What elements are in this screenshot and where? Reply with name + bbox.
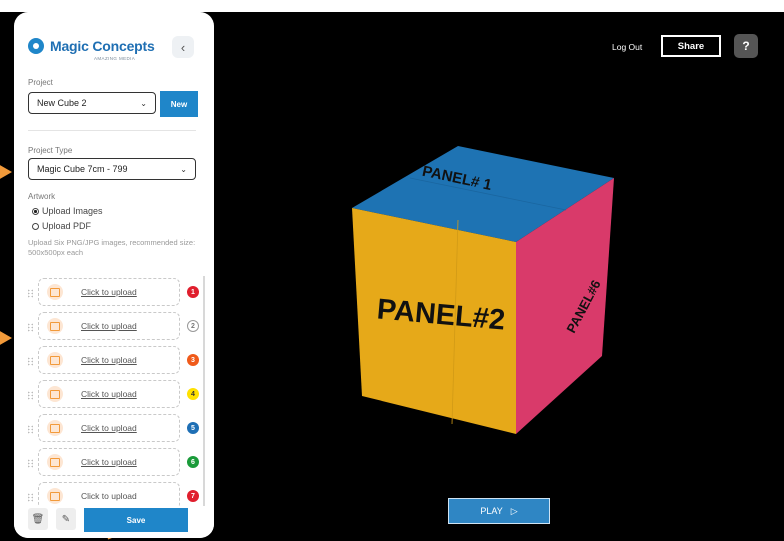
play-label: PLAY (480, 506, 503, 516)
play-icon: ▷ (510, 505, 518, 516)
panel-number-badge: 3 (187, 354, 199, 366)
delete-button[interactable]: 🗑 (28, 508, 48, 530)
sidebar: Magic Concepts AMAZING MEDIA ‹ Project N… (14, 12, 214, 538)
image-upload-icon (47, 420, 63, 436)
upload-link[interactable]: Click to upload (81, 287, 137, 297)
radio-label: Upload PDF (42, 221, 92, 231)
sidebar-footer: 🗑 ✎ Save (14, 506, 214, 538)
drag-handle-icon[interactable] (27, 323, 34, 332)
project-label: Project (28, 78, 53, 87)
help-button[interactable]: ? (734, 34, 758, 58)
share-button[interactable]: Share (661, 35, 721, 57)
edit-icon: ✎ (61, 513, 71, 525)
project-type-value: Magic Cube 7cm - 799 (37, 164, 128, 174)
drag-handle-icon[interactable] (27, 493, 34, 502)
upload-dropzone[interactable]: Click to upload (38, 346, 180, 374)
collapse-sidebar-button[interactable]: ‹ (172, 36, 194, 58)
upload-dropzone[interactable]: Click to upload (38, 380, 180, 408)
upload-dropzone[interactable]: Click to upload (38, 448, 180, 476)
upload-link[interactable]: Click to upload (81, 321, 137, 331)
drag-handle-icon[interactable] (27, 459, 34, 468)
pointer-arrow-icon (0, 330, 12, 346)
image-upload-icon (47, 318, 63, 334)
brand-name: Magic Concepts (50, 38, 155, 54)
new-project-button[interactable]: New (160, 91, 198, 117)
upload-link[interactable]: Click to upload (81, 457, 137, 467)
radio-upload-images[interactable]: Upload Images (32, 206, 103, 216)
image-upload-icon (47, 386, 63, 402)
upload-link[interactable]: Click to upload (81, 423, 137, 433)
radio-unselected-icon (32, 222, 39, 230)
radio-label: Upload Images (42, 206, 103, 216)
panel-number-badge: 4 (187, 388, 199, 400)
edit-button[interactable]: ✎ (56, 508, 76, 530)
upload-row: Click to upload 1 (14, 278, 214, 308)
chevron-down-icon: ⌄ (180, 164, 187, 174)
project-select-value: New Cube 2 (37, 98, 87, 108)
panel-number-badge: 2 (187, 320, 199, 332)
upload-link[interactable]: Click to upload (81, 389, 137, 399)
panel-number-badge: 7 (187, 490, 199, 502)
chevron-left-icon: ‹ (180, 39, 186, 55)
upload-dropzone[interactable]: Click to upload (38, 414, 180, 442)
artwork-label: Artwork (28, 192, 56, 201)
panel-number-badge: 1 (187, 286, 199, 298)
cube-preview[interactable]: PANEL# 1 PANEL#2 PANEL#6 (340, 134, 620, 434)
upload-dropzone[interactable]: Click to upload (38, 278, 180, 306)
image-upload-icon (47, 352, 63, 368)
upload-row: Click to upload 4 (14, 380, 214, 410)
upload-row: Click to upload 6 (14, 448, 214, 478)
brand-logo: Magic Concepts (28, 38, 155, 54)
upload-row: Click to upload 2 (14, 312, 214, 342)
upload-link[interactable]: Click to upload (81, 491, 137, 501)
panel-number-badge: 5 (187, 422, 199, 434)
drag-handle-icon[interactable] (27, 425, 34, 434)
brand-tagline: AMAZING MEDIA (94, 56, 136, 61)
drag-handle-icon[interactable] (27, 391, 34, 400)
drag-handle-icon[interactable] (27, 357, 34, 366)
upload-link[interactable]: Click to upload (81, 355, 137, 365)
upload-hint: Upload Six PNG/JPG images, recommended s… (28, 238, 196, 257)
project-type-select[interactable]: Magic Cube 7cm - 799 ⌄ (28, 158, 196, 180)
radio-selected-icon (32, 207, 39, 215)
logo-icon (28, 38, 44, 54)
play-button[interactable]: PLAY ▷ (448, 498, 550, 524)
drag-handle-icon[interactable] (27, 289, 34, 298)
radio-upload-pdf[interactable]: Upload PDF (32, 221, 91, 231)
project-select[interactable]: New Cube 2 ⌄ (28, 92, 156, 114)
image-upload-icon (47, 284, 63, 300)
save-button[interactable]: Save (84, 508, 188, 532)
upload-dropzone[interactable]: Click to upload (38, 312, 180, 340)
trash-icon: 🗑 (31, 513, 45, 525)
logout-link[interactable]: Log Out (612, 42, 642, 52)
image-upload-icon (47, 488, 63, 504)
image-upload-icon (47, 454, 63, 470)
chevron-down-icon: ⌄ (140, 98, 147, 108)
pointer-arrow-icon (0, 164, 12, 180)
upload-row: Click to upload 5 (14, 414, 214, 444)
project-type-label: Project Type (28, 146, 73, 155)
panel-number-badge: 6 (187, 456, 199, 468)
upload-row: Click to upload 3 (14, 346, 214, 376)
divider (28, 130, 196, 131)
